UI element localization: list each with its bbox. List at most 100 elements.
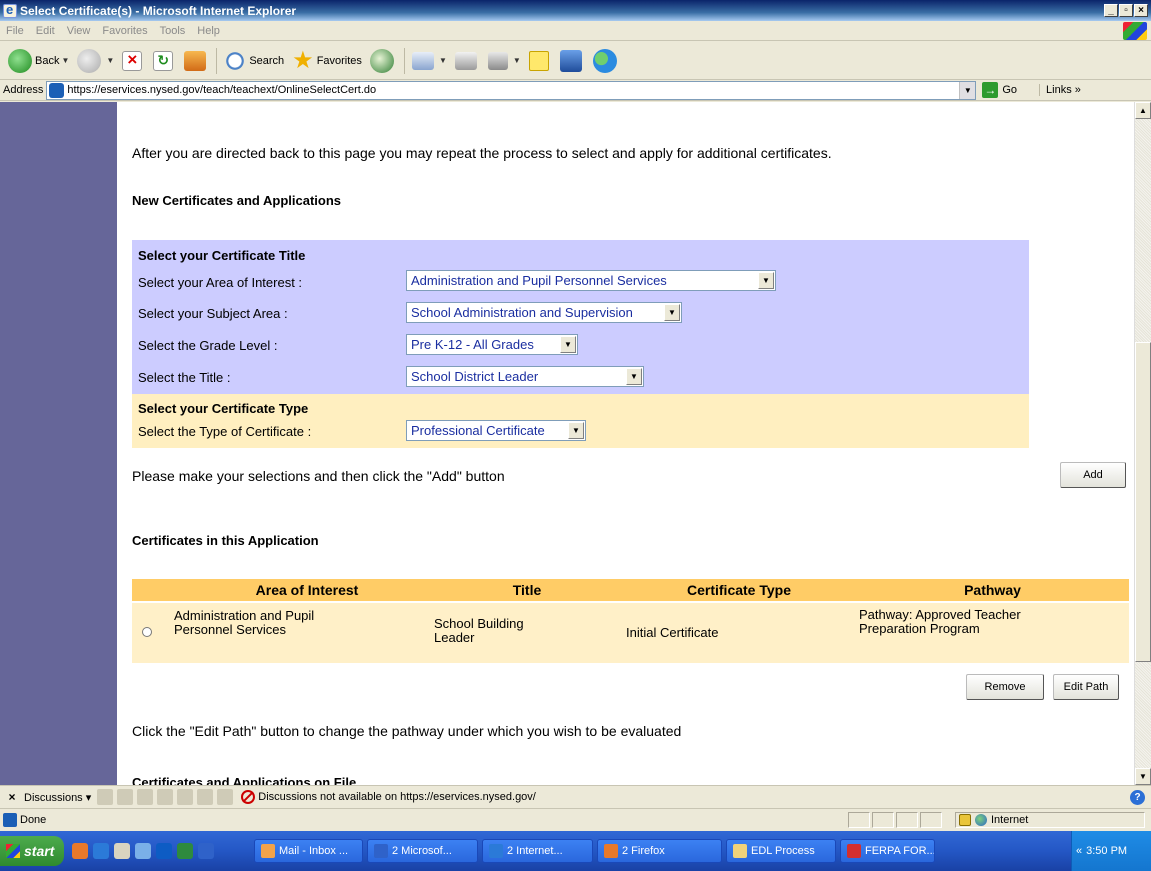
edit-button[interactable]: ▼ (484, 46, 525, 76)
scroll-down-icon[interactable]: ▼ (1135, 768, 1151, 785)
close-icon[interactable]: × (3, 788, 21, 806)
chevron-down-icon[interactable]: ▼ (568, 422, 584, 439)
stop-icon (122, 50, 143, 71)
favorites-button[interactable]: ★ Favorites (288, 46, 366, 76)
refresh-icon (153, 50, 174, 71)
taskbar-item-label: FERPA FOR... (865, 845, 935, 857)
area-of-interest-select[interactable]: Administration and Pupil Personnel Servi… (406, 270, 776, 291)
print-button[interactable] (451, 46, 484, 76)
vertical-scrollbar[interactable]: ▲ ▼ (1134, 102, 1151, 785)
column-header-pathway: Pathway (964, 582, 1021, 598)
chevron-down-icon[interactable]: ▼ (61, 56, 69, 65)
home-button[interactable] (180, 46, 213, 76)
refresh-button[interactable] (149, 46, 180, 76)
discussions-menu[interactable]: Discussions ▾ (24, 791, 91, 804)
certificate-type-select[interactable]: Professional Certificate ▼ (406, 420, 586, 441)
links-button[interactable]: Links » (1039, 84, 1081, 96)
notes-button[interactable] (525, 46, 556, 76)
maximize-button[interactable]: ▫ (1119, 4, 1133, 17)
star-icon: ★ (292, 46, 314, 74)
forward-button[interactable]: ▼ (73, 46, 118, 76)
go-button[interactable]: → Go (982, 82, 1017, 98)
chevron-down-icon[interactable]: ▼ (439, 56, 447, 65)
taskbar-item-pdf[interactable]: FERPA FOR... (840, 839, 935, 863)
close-button[interactable]: × (1134, 4, 1148, 17)
grade-level-select[interactable]: Pre K-12 - All Grades ▼ (406, 334, 578, 355)
taskbar-item-firefox[interactable]: 2 Firefox (597, 839, 722, 863)
menu-favorites[interactable]: Favorites (96, 25, 153, 37)
windows-logo-icon (1123, 22, 1147, 40)
word-icon[interactable] (198, 843, 214, 859)
chevron-down-icon[interactable]: ▼ (513, 56, 521, 65)
stop-button[interactable] (118, 46, 149, 76)
menu-view[interactable]: View (61, 25, 97, 37)
links-label: Links (1046, 84, 1072, 96)
taskbar-item-label: Mail - Inbox ... (279, 845, 349, 857)
firefox-icon (604, 844, 618, 858)
research-icon (559, 49, 582, 72)
scroll-up-icon[interactable]: ▲ (1135, 102, 1151, 119)
app-icon[interactable] (135, 843, 151, 859)
title-select[interactable]: School District Leader ▼ (406, 366, 644, 387)
document-icon[interactable] (114, 843, 130, 859)
tray-expand-icon[interactable]: « (1076, 845, 1082, 857)
media-icon[interactable] (156, 843, 172, 859)
menu-file[interactable]: File (0, 25, 30, 37)
row-select-radio[interactable] (142, 627, 152, 637)
discussion-tool-icon[interactable] (137, 789, 154, 805)
edit-path-button[interactable]: Edit Path (1053, 674, 1119, 700)
mail-button[interactable]: ▼ (408, 46, 451, 76)
start-button[interactable]: start (0, 836, 64, 866)
row-type: Initial Certificate (626, 625, 719, 640)
discussion-tool-icon[interactable] (157, 789, 174, 805)
table-row[interactable]: Administration and Pupil Personnel Servi… (132, 603, 1129, 663)
certificate-type-panel: Select your Certificate Type Select the … (132, 394, 1029, 448)
edit-path-hint: Click the "Edit Path" button to change t… (132, 723, 682, 739)
media-button[interactable] (366, 46, 401, 76)
chevron-down-icon[interactable]: ▼ (959, 81, 976, 99)
menu-edit[interactable]: Edit (30, 25, 61, 37)
taskbar-item-ie[interactable]: 2 Internet... (482, 839, 593, 863)
remove-button[interactable]: Remove (966, 674, 1044, 700)
scroll-thumb[interactable] (1135, 342, 1151, 662)
discussion-tool-icon[interactable] (97, 789, 114, 805)
firefox-icon[interactable] (72, 843, 88, 859)
chevron-down-icon[interactable]: ▼ (758, 272, 774, 289)
discussion-tool-icon[interactable] (177, 789, 194, 805)
toolbar-divider (216, 47, 218, 74)
menu-tools[interactable]: Tools (154, 25, 192, 37)
toolbar-divider (403, 47, 405, 74)
mail-icon (411, 51, 434, 70)
window-title: Select Certificate(s) - Microsoft Intern… (20, 3, 297, 18)
excel-icon[interactable] (177, 843, 193, 859)
chevron-down-icon[interactable]: ▼ (106, 56, 114, 65)
back-button[interactable]: Back ▼ (4, 46, 73, 76)
internet-explorer-icon[interactable] (93, 843, 109, 859)
grade-level-value: Pre K-12 - All Grades (411, 337, 534, 352)
windows-taskbar: start Mail - Inbox ... 2 Microsof... 2 I… (0, 831, 1151, 871)
help-icon[interactable]: ? (1130, 790, 1145, 805)
chevron-down-icon[interactable]: ▼ (560, 336, 576, 353)
search-button[interactable]: Search (220, 46, 288, 76)
status-panel (872, 812, 894, 828)
address-url: https://eservices.nysed.gov/teach/teache… (67, 84, 377, 96)
menu-bar: File Edit View Favorites Tools Help (0, 21, 1151, 41)
chevron-down-icon[interactable]: ▼ (626, 368, 642, 385)
taskbar-item-word[interactable]: 2 Microsof... (367, 839, 478, 863)
discussion-tool-icon[interactable] (117, 789, 134, 805)
address-input[interactable]: https://eservices.nysed.gov/teach/teache… (46, 80, 977, 100)
taskbar-item-folder[interactable]: EDL Process (726, 839, 836, 863)
menu-help[interactable]: Help (191, 25, 226, 37)
add-button[interactable]: Add (1060, 462, 1126, 488)
minimize-button[interactable]: _ (1104, 4, 1118, 17)
messenger-button[interactable] (589, 46, 624, 76)
discussion-tool-icon[interactable] (217, 789, 234, 805)
subject-area-select[interactable]: School Administration and Supervision ▼ (406, 302, 682, 323)
table-header: Area of Interest Title Certificate Type … (132, 579, 1129, 601)
chevron-down-icon[interactable]: ▼ (664, 304, 680, 321)
research-button[interactable] (556, 46, 589, 76)
discussion-tool-icon[interactable] (197, 789, 214, 805)
status-panel (920, 812, 942, 828)
taskbar-item-mail[interactable]: Mail - Inbox ... (254, 839, 363, 863)
certificate-title-heading: Select your Certificate Title (138, 248, 306, 263)
